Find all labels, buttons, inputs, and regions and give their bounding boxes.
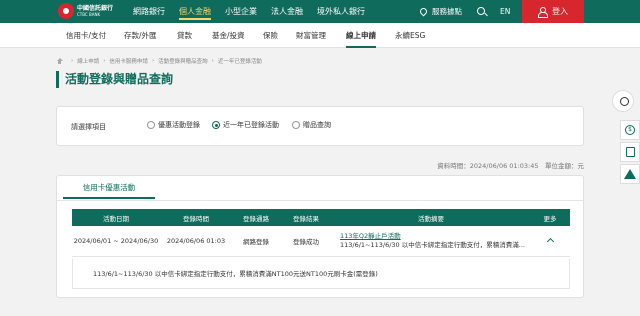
filter-panel: 請選擇項目 優惠活動登錄 近一年已登錄活動 贈品查詢 xyxy=(56,106,584,146)
activity-summary-text: 113/6/1~113/6/30 以中信卡綁定指定行動支付，累積消費滿... xyxy=(340,240,525,249)
cell-more xyxy=(530,226,570,257)
subnav-esg[interactable]: 永續ESG xyxy=(395,23,425,48)
radio-promotion-register[interactable]: 優惠活動登錄 xyxy=(147,120,200,130)
subnav-deposit[interactable]: 存款/外匯 xyxy=(124,23,157,48)
warning-tool[interactable] xyxy=(620,164,640,184)
subnav-credit-card[interactable]: 信用卡/支付 xyxy=(66,23,106,48)
nav-personal-finance[interactable]: 個人金融 xyxy=(172,0,218,23)
filter-label: 請選擇項目 xyxy=(71,123,106,131)
col-header-date: 活動日期 xyxy=(72,209,160,226)
calculator-icon xyxy=(625,147,635,157)
breadcrumb-card-service[interactable]: 信用卡服務申請 xyxy=(109,57,148,65)
breadcrumb-current: 近一年已登錄活動 xyxy=(217,59,262,65)
activity-link[interactable]: 113年Q2靜止戶活動 xyxy=(340,232,530,241)
brand-name-en: CTBC BANK xyxy=(77,11,101,17)
radio-registered-past-year[interactable]: 近一年已登錄活動 xyxy=(212,120,279,130)
subnav-loan[interactable]: 貸款 xyxy=(177,23,192,48)
radio-circle xyxy=(292,121,300,129)
radio-gift-query[interactable]: 贈品查詢 xyxy=(292,120,331,130)
coin-icon: $ xyxy=(625,125,635,135)
nav-private-banking[interactable]: 境外私人銀行 xyxy=(310,0,372,23)
results-panel: 信用卡優惠活動 活動日期 登錄時間 登錄通路 登錄結果 活動摘要 更多 2024… xyxy=(56,175,584,298)
table-row: 2024/06/01 ~ 2024/06/30 2024/06/06 01:03… xyxy=(72,226,570,257)
service-locations-label: 服務據點 xyxy=(432,7,462,16)
warning-icon xyxy=(624,169,636,179)
col-header-time: 登錄時間 xyxy=(160,209,232,226)
tab-divider xyxy=(57,200,583,201)
subnav-insurance[interactable]: 保險 xyxy=(263,23,278,48)
radio-label: 贈品查詢 xyxy=(303,121,331,129)
radio-label: 近一年已登錄活動 xyxy=(223,121,279,129)
location-pin-icon xyxy=(418,6,429,17)
coin-tool[interactable]: $ xyxy=(620,120,640,140)
subnav-fund[interactable]: 基金/投資 xyxy=(212,23,245,48)
subnav-online-apply[interactable]: 線上申請 xyxy=(346,23,376,48)
nav-corporate-finance[interactable]: 法人金融 xyxy=(264,0,310,23)
subnav-wealth[interactable]: 財富管理 xyxy=(296,23,326,48)
ctbc-logo-icon xyxy=(58,3,74,19)
login-label: 登入 xyxy=(552,7,568,16)
brand-name-cn: 中國信託銀行 xyxy=(77,4,114,12)
nav-small-business[interactable]: 小型企業 xyxy=(218,0,264,23)
cell-summary: 113年Q2靜止戶活動 113/6/1~113/6/30 以中信卡綁定指定行動支… xyxy=(332,226,530,257)
home-icon[interactable] xyxy=(56,58,63,64)
cell-date: 2024/06/01 ~ 2024/06/30 xyxy=(72,226,160,257)
chevron-up-icon[interactable] xyxy=(546,237,554,245)
radio-circle-selected xyxy=(212,121,220,129)
page-title: 活動登錄與贈品查詢 xyxy=(56,71,173,88)
radio-circle xyxy=(147,121,155,129)
data-timestamp: 資料時間：2024/06/06 01:03:45 單位金額：元 xyxy=(437,162,584,170)
breadcrumb: › 線上申請 › 信用卡服務申請 › 活動登錄與贈品查詢 › 近一年已登錄活動 xyxy=(56,57,262,65)
nav-online-banking[interactable]: 網路銀行 xyxy=(126,0,172,23)
cell-channel: 網路登錄 xyxy=(232,226,280,257)
calculator-tool[interactable] xyxy=(620,142,640,162)
sub-nav: 信用卡/支付 存款/外匯 貸款 基金/投資 保險 財富管理 線上申請 永續ESG xyxy=(0,23,640,48)
results-table: 活動日期 登錄時間 登錄通路 登錄結果 活動摘要 更多 2024/06/01 ~… xyxy=(72,209,570,257)
language-switch[interactable]: EN xyxy=(500,0,510,23)
col-header-result: 登錄結果 xyxy=(280,209,332,226)
breadcrumb-online-apply[interactable]: 線上申請 xyxy=(77,57,99,65)
main-nav: 網路銀行 個人金融 小型企業 法人金融 境外私人銀行 xyxy=(126,0,372,23)
nav-personal-finance-label: 個人金融 xyxy=(179,7,211,20)
col-header-more: 更多 xyxy=(530,209,570,226)
user-icon xyxy=(538,7,548,18)
search-icon[interactable] xyxy=(477,7,485,15)
service-locations-link[interactable]: 服務據點 xyxy=(418,0,462,23)
col-header-channel: 登錄通路 xyxy=(232,209,280,226)
cell-time: 2024/06/06 01:03 xyxy=(160,226,232,257)
login-button[interactable]: 登入 xyxy=(522,0,584,23)
cell-result: 登錄成功 xyxy=(280,226,332,257)
ctbc-logo[interactable]: 中國信託銀行 CTBC BANK xyxy=(58,3,113,19)
table-header-row: 活動日期 登錄時間 登錄通路 登錄結果 活動摘要 更多 xyxy=(72,209,570,226)
top-bar: 中國信託銀行 CTBC BANK 網路銀行 個人金融 小型企業 法人金融 境外私… xyxy=(0,0,640,23)
col-header-summary: 活動摘要 xyxy=(332,209,530,226)
radio-label: 優惠活動登錄 xyxy=(158,121,200,129)
expanded-detail: 113/6/1~113/6/30 以中信卡綁定指定行動支付，累積消費滿NT100… xyxy=(72,259,570,289)
tab-credit-card-promotion[interactable]: 信用卡優惠活動 xyxy=(63,176,155,199)
mascot-icon[interactable] xyxy=(612,90,634,112)
breadcrumb-activity-query[interactable]: 活動登錄與贈品查詢 xyxy=(158,57,208,65)
